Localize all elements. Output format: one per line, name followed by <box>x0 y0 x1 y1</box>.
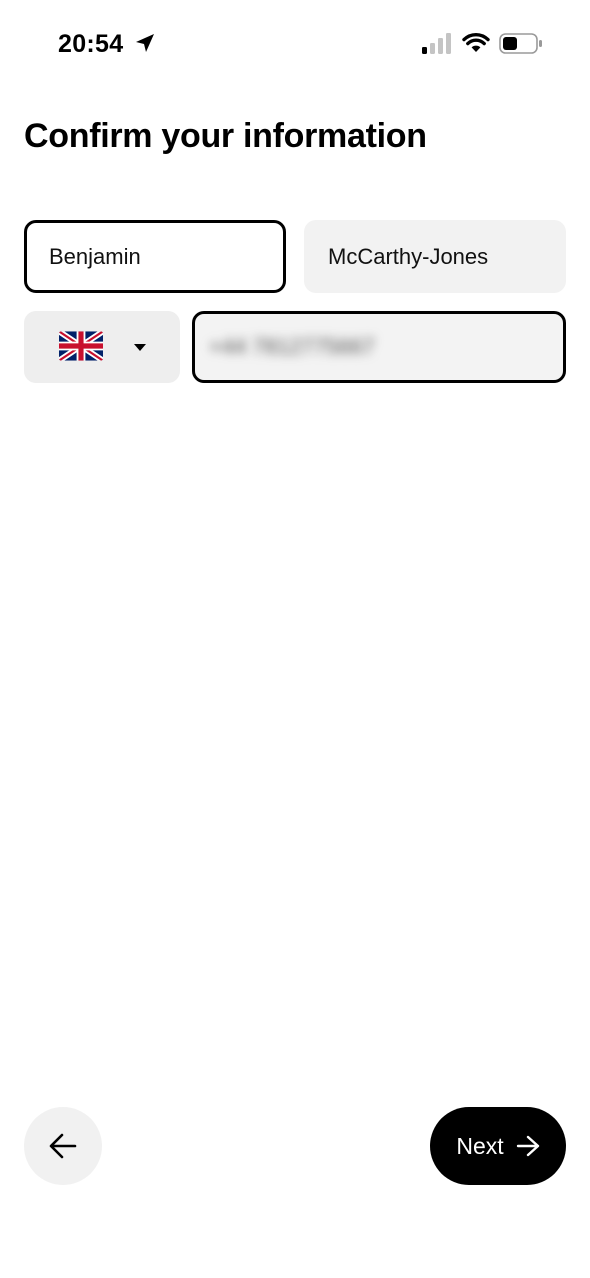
wifi-icon <box>462 32 490 52</box>
first-name-value: Benjamin <box>49 243 141 269</box>
cellular-signal-icon <box>422 33 451 54</box>
uk-flag-icon <box>59 331 103 361</box>
arrow-right-icon <box>516 1135 539 1157</box>
country-code-selector[interactable] <box>24 311 180 383</box>
battery-icon <box>499 33 542 54</box>
arrow-left-icon <box>49 1133 77 1159</box>
last-name-value: McCarthy-Jones <box>328 243 489 269</box>
location-arrow-icon <box>136 34 154 52</box>
next-button[interactable]: Next <box>430 1107 566 1185</box>
status-bar: 20:54 <box>0 0 590 88</box>
next-button-label: Next <box>456 1133 504 1159</box>
confirm-information-screen: 20:54 Confirm your information Benjamin … <box>0 0 590 1278</box>
phone-number-value: +44 7812775667 <box>209 334 375 359</box>
status-time: 20:54 <box>58 30 124 58</box>
page-title: Confirm your information <box>24 117 427 155</box>
chevron-down-icon <box>134 344 146 351</box>
phone-number-field[interactable]: +44 7812775667 <box>192 311 566 383</box>
first-name-field[interactable]: Benjamin <box>24 220 286 293</box>
last-name-field[interactable]: McCarthy-Jones <box>304 220 566 293</box>
back-button[interactable] <box>24 1107 102 1185</box>
